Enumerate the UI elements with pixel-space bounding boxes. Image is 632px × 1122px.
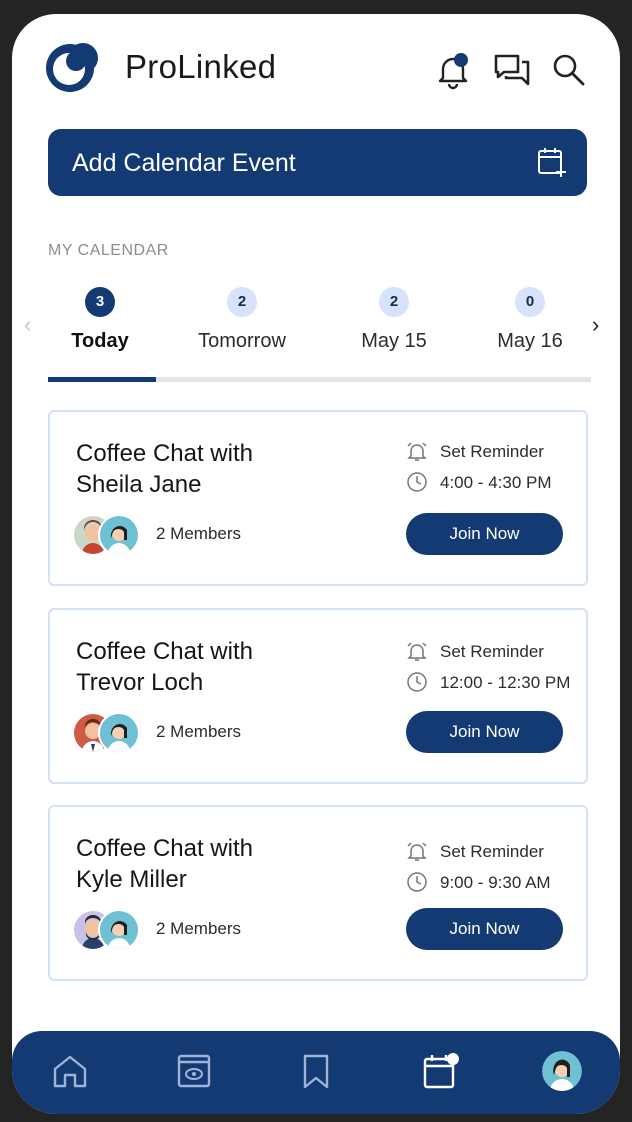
event-title: Coffee Chat with Trevor Loch [76,636,316,698]
tab-label: May 15 [361,330,427,352]
tab-active-indicator [48,377,156,382]
event-time: 12:00 - 12:30 PM [440,673,571,692]
event-card: Coffee Chat with Trevor Loch 2 Members S… [48,608,588,784]
set-reminder-label: Set Reminder [440,442,544,461]
home-icon[interactable] [50,1051,90,1091]
clock-icon [406,471,428,493]
members-count: 2 Members [156,919,242,938]
phone-screen: ProLinked Add Calendar Event MY CALENDAR… [12,14,620,1114]
tab-label: Today [71,330,129,352]
event-title-name: Trevor Loch [76,669,204,696]
event-time: 9:00 - 9:30 AM [440,873,551,892]
avatar [98,909,140,951]
clock-icon [406,871,428,893]
bottom-navigation [12,1031,620,1114]
add-calendar-event-label: Add Calendar Event [72,149,296,177]
member-avatars [72,514,144,556]
join-now-button[interactable]: Join Now [406,513,563,555]
tab-count-badge: 2 [227,287,257,317]
my-calendar-heading: MY CALENDAR [48,242,169,259]
set-reminder-label: Set Reminder [440,642,544,661]
add-calendar-event-button[interactable]: Add Calendar Event [48,129,587,196]
member-avatars [72,909,144,951]
chevron-right-icon[interactable]: › [592,312,599,338]
alarm-icon [406,440,428,462]
event-title-line: Coffee Chat with [76,835,253,862]
prolinked-logo [43,42,103,94]
avatar [98,514,140,556]
clock-icon [406,671,428,693]
calendar-add-icon [535,145,569,179]
set-reminder-label: Set Reminder [440,842,544,861]
chevron-left-icon[interactable]: ‹ [24,312,31,338]
join-now-button[interactable]: Join Now [406,711,563,753]
event-title: Coffee Chat with Sheila Jane [76,438,316,500]
notification-bell-icon[interactable] [433,50,473,90]
member-avatars [72,712,144,754]
alarm-icon [406,840,428,862]
tab-count-badge: 2 [379,287,409,317]
event-title-name: Sheila Jane [76,471,202,498]
tab-label: May 16 [497,330,563,352]
profile-avatar[interactable] [542,1051,582,1091]
event-title-line: Coffee Chat with [76,638,253,665]
calendar-icon[interactable] [420,1051,460,1091]
event-time: 4:00 - 4:30 PM [440,473,552,492]
tab-label: Tomorrow [198,330,286,352]
event-card: Coffee Chat with Kyle Miller 2 Members S… [48,805,588,981]
join-now-button[interactable]: Join Now [406,908,563,950]
search-icon[interactable] [549,50,589,90]
members-count: 2 Members [156,722,242,741]
watch-icon[interactable] [174,1051,214,1091]
members-count: 2 Members [156,524,242,543]
tab-count-badge: 3 [85,287,115,317]
event-title-name: Kyle Miller [76,866,187,893]
alarm-icon [406,640,428,662]
tab-may-15[interactable]: 2 May 15 [334,287,454,353]
tab-today[interactable]: 3 Today [40,287,160,353]
avatar [98,712,140,754]
event-title: Coffee Chat with Kyle Miller [76,833,316,895]
tab-tomorrow[interactable]: 2 Tomorrow [182,287,302,353]
tab-may-16[interactable]: 0 May 16 [470,287,590,353]
event-card: Coffee Chat with Sheila Jane 2 Members S… [48,410,588,586]
app-brand-name: ProLinked [125,48,277,85]
tab-count-badge: 0 [515,287,545,317]
messages-icon[interactable] [492,50,532,90]
bookmark-icon[interactable] [296,1051,336,1091]
event-title-line: Coffee Chat with [76,440,253,467]
app-header: ProLinked [12,14,620,124]
